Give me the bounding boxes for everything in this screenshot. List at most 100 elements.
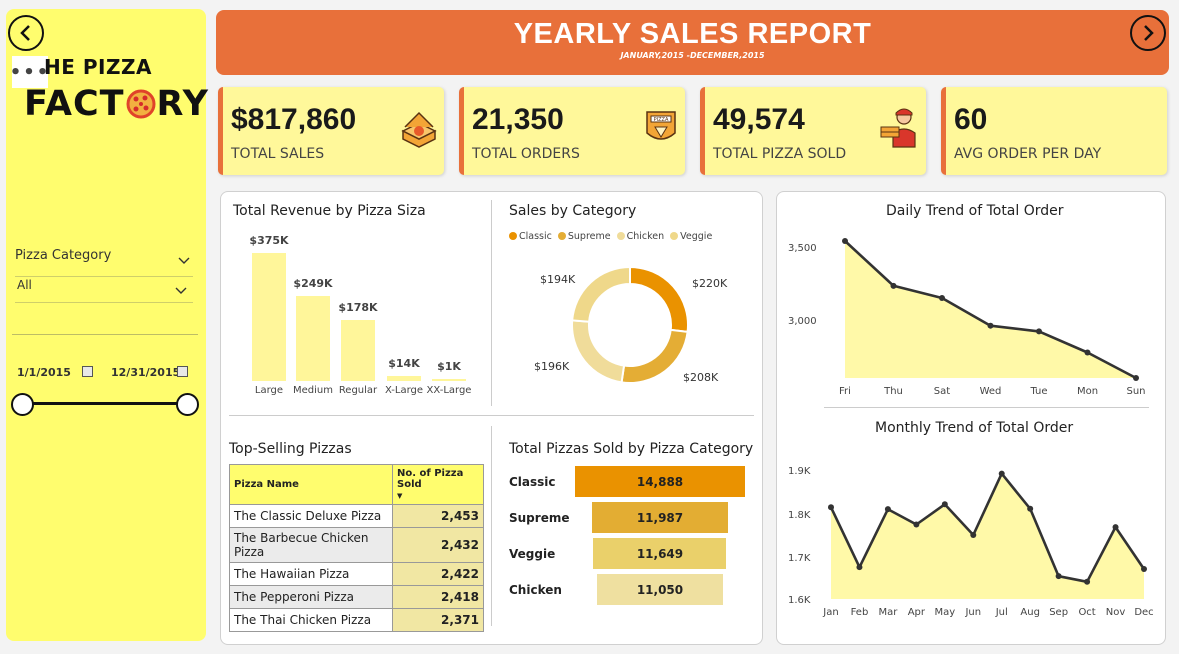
pizza-sold-cell: 2,453	[392, 504, 484, 528]
kpi-value: 21,350	[472, 103, 564, 136]
trend-point[interactable]	[890, 282, 897, 289]
x-tick-label: Oct	[1078, 607, 1095, 618]
brand-logo: FACT RY	[24, 84, 209, 124]
date-start-input[interactable]: 1/1/2015	[17, 366, 71, 379]
trend-point[interactable]	[939, 294, 945, 301]
pizza-name-cell: The Classic Deluxe Pizza	[229, 504, 393, 528]
trend-point[interactable]	[1112, 524, 1119, 531]
y-tick-label: 1.7K	[788, 553, 811, 564]
trend-point[interactable]	[884, 506, 891, 513]
pizza-name-cell: The Hawaiian Pizza	[229, 562, 393, 586]
pizza-category-dropdown[interactable]: All	[17, 278, 32, 292]
revenue-bar	[387, 376, 421, 381]
trend-point[interactable]	[998, 470, 1005, 477]
table-row[interactable]: The Barbecue Chicken Pizza 2,432	[229, 527, 484, 563]
legend-dot	[670, 232, 679, 240]
column-header-pizza-name[interactable]: Pizza Name	[229, 464, 393, 505]
kpi-value: $817,860	[231, 103, 357, 136]
pizza-name-cell: The Pepperoni Pizza	[229, 585, 393, 609]
legend-item[interactable]: Classic	[509, 231, 552, 242]
legend-dot	[557, 232, 566, 240]
trend-point[interactable]	[987, 322, 994, 329]
pizza-sold-cell: 2,422	[392, 562, 484, 586]
donut-label-chicken: $196K	[534, 360, 570, 373]
donut-slice-classic[interactable]	[629, 265, 689, 334]
trend-point[interactable]	[1055, 573, 1062, 580]
pizza-category-label: Pizza Category	[15, 248, 112, 263]
trend-point[interactable]	[842, 238, 848, 244]
revenue-bar	[341, 320, 375, 381]
donut-slice-veggie[interactable]	[571, 265, 631, 323]
table-row[interactable]: The Hawaiian Pizza 2,422	[229, 562, 484, 586]
top-selling-table: Pizza Name No. of Pizza Sold ▼ The Classi…	[229, 464, 484, 632]
trend-point[interactable]	[856, 564, 863, 571]
x-tick-label: Mar	[878, 607, 898, 618]
pizzas-by-category-title: Total Pizzas Sold by Pizza Category	[509, 441, 754, 457]
date-end-input[interactable]: 12/31/2015	[111, 366, 180, 379]
category-funnel-label: Veggie	[509, 547, 556, 561]
calendar-icon[interactable]	[82, 366, 93, 377]
trend-point[interactable]	[913, 521, 920, 528]
trend-point[interactable]	[1133, 375, 1139, 381]
legend-label: Supreme	[567, 231, 611, 242]
report-subtitle: JANUARY,2015 -DECEMBER,2015	[620, 51, 765, 60]
x-tick-label: Tue	[1029, 386, 1047, 397]
sales-by-category-donut	[571, 265, 689, 384]
slider-start-handle[interactable]	[11, 393, 34, 416]
trend-point[interactable]	[1084, 349, 1091, 356]
calendar-icon[interactable]	[177, 366, 188, 377]
chevron-down-icon[interactable]	[175, 287, 187, 295]
brand-name-top: HE PIZZA	[44, 55, 152, 79]
revenue-bar	[252, 253, 286, 381]
table-row[interactable]: The Classic Deluxe Pizza 2,453	[229, 504, 484, 528]
trend-point[interactable]	[1084, 578, 1091, 585]
back-button[interactable]	[8, 15, 44, 51]
legend-item[interactable]: Chicken	[616, 231, 664, 242]
slider-end-handle[interactable]	[176, 393, 199, 416]
delivery-man-icon	[880, 108, 916, 148]
column-header-pizza-sold[interactable]: No. of Pizza Sold ▼	[392, 464, 484, 505]
chevron-left-icon	[20, 25, 30, 41]
legend-item[interactable]: Supreme	[557, 231, 611, 242]
kpi-value: 49,574	[713, 103, 805, 136]
kpi-label: TOTAL SALES	[231, 146, 325, 162]
kpi-card-total-sales: $817,860 TOTAL SALES	[218, 87, 444, 175]
x-tick-label: Feb	[851, 607, 869, 618]
trend-point[interactable]	[1027, 505, 1034, 512]
report-title: YEARLY SALES REPORT	[513, 18, 872, 50]
x-tick-label: Fri	[839, 386, 851, 397]
sort-desc-icon: ▼	[397, 492, 403, 500]
legend-label: Veggie	[680, 231, 713, 242]
table-row[interactable]: The Thai Chicken Pizza 2,371	[229, 608, 484, 632]
forward-button[interactable]	[1130, 15, 1166, 51]
revenue-bar	[432, 379, 466, 381]
pizza-name-cell: The Barbecue Chicken Pizza	[229, 527, 393, 563]
legend-item[interactable]: Veggie	[670, 231, 712, 242]
revenue-by-size-title: Total Revenue by Pizza Siza	[233, 203, 426, 219]
bar-value-label: $249K	[293, 277, 333, 290]
donut-slice-supreme[interactable]	[620, 328, 689, 384]
chevron-down-icon[interactable]	[178, 257, 190, 265]
trend-point[interactable]	[941, 501, 948, 508]
trend-point[interactable]	[1141, 566, 1147, 573]
bar-category-label: XX-Large	[426, 385, 472, 396]
pizza-sold-cell: 2,418	[392, 585, 484, 609]
table-row[interactable]: The Pepperoni Pizza 2,418	[229, 585, 484, 609]
legend-dot	[616, 232, 625, 240]
sales-by-category-legend: Classic Supreme Chicken Veggie	[509, 231, 712, 242]
kpi-card-total-orders: 21,350 TOTAL ORDERS PIZZA	[459, 87, 685, 175]
trend-point[interactable]	[1036, 328, 1042, 335]
x-tick-label: Jul	[995, 607, 1008, 618]
trend-point[interactable]	[970, 531, 977, 538]
kpi-card-total-pizza-sold: 49,574 TOTAL PIZZA SOLD	[700, 87, 926, 175]
brand-name-part1: FACT	[24, 84, 125, 124]
date-range-slider[interactable]	[22, 402, 188, 405]
trend-area-fill	[845, 241, 1136, 378]
donut-label-veggie: $194K	[540, 273, 576, 286]
trend-point[interactable]	[828, 504, 834, 511]
kpi-label: TOTAL PIZZA SOLD	[713, 146, 847, 162]
donut-slice-chicken[interactable]	[571, 319, 626, 384]
x-tick-label: Thu	[883, 386, 903, 397]
pizza-logo-icon	[126, 89, 156, 119]
pizza-bag-icon: PIZZA	[646, 111, 676, 140]
